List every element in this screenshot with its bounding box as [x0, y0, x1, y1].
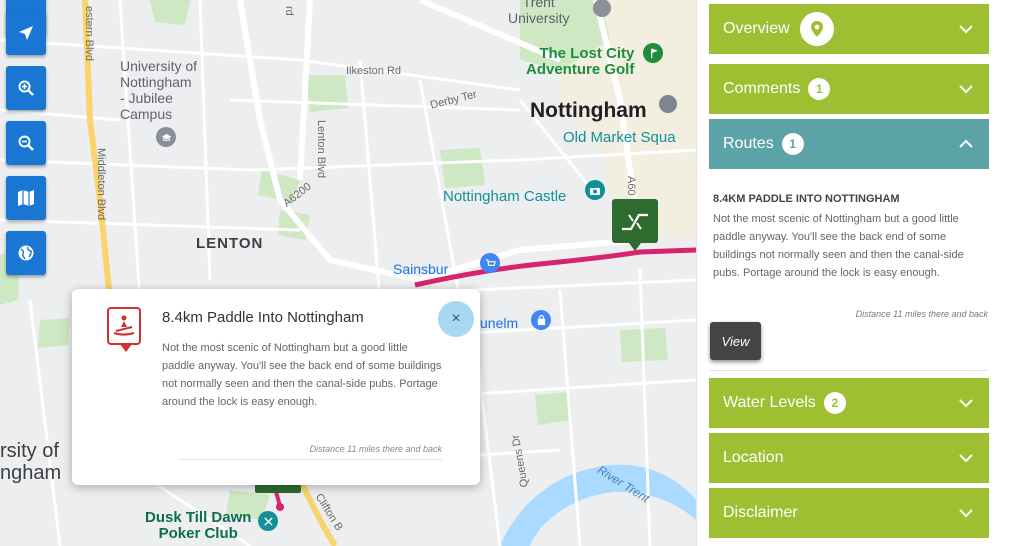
route-description: Not the most scenic of Nottingham but a …	[713, 213, 964, 279]
accordion-comments-label: Comments	[723, 80, 801, 97]
road-middleton-blvd-label: Middleton Blvd	[95, 148, 107, 221]
route-title: 8.4KM PADDLE INTO NOTTINGHAM	[713, 193, 900, 205]
chevron-down-icon	[959, 25, 973, 34]
accordion-disclaimer-label: Disclaimer	[723, 504, 798, 521]
close-icon: ×	[451, 310, 461, 327]
route-divider	[710, 370, 988, 371]
map-layers-icon	[18, 190, 34, 206]
accordion-comments[interactable]: Comments 1	[709, 64, 989, 114]
water-levels-count-badge: 2	[823, 392, 846, 414]
chevron-up-icon	[959, 139, 973, 148]
place-nottingham-label: Nottingham	[530, 99, 647, 122]
accordion-water-levels[interactable]: Water Levels 2	[709, 378, 989, 428]
chevron-down-icon	[959, 399, 973, 408]
place-sainsburys-label: Sainsbur	[393, 261, 449, 277]
accordion-routes[interactable]: Routes 1	[709, 119, 989, 169]
accordion-location-label: Location	[723, 449, 784, 466]
poker-club-pin-icon[interactable]	[258, 511, 278, 531]
popup-divider	[180, 459, 442, 460]
accordion-disclaimer[interactable]: Disclaimer	[709, 488, 989, 538]
details-sidebar: Overview Comments 1 Routes 1 8.4KM PADDL…	[696, 0, 1024, 546]
place-dunelm-label: unelm	[480, 315, 519, 331]
zoom-out-icon	[18, 135, 34, 151]
zoom-out-button[interactable]	[6, 121, 46, 165]
route-info-popup: 8.4km Paddle Into Nottingham Not the mos…	[72, 289, 480, 485]
popup-distance: Distance 11 miles there and back	[309, 444, 442, 454]
locate-arrow-icon	[19, 26, 33, 40]
accordion-overview[interactable]: Overview	[709, 4, 989, 54]
place-lost-city-label: The Lost City Adventure Golf	[526, 45, 635, 78]
road-ilkeston-rd-label: Ilkeston Rd	[346, 65, 402, 77]
place-university-of-nottingham-label: University of Nottingham - Jubilee Campu…	[120, 58, 198, 122]
road-rd-label: rd	[283, 6, 295, 16]
road-western-blvd-label: estern Blvd	[83, 6, 95, 62]
popup-description: Not the most scenic of Nottingham but a …	[162, 342, 442, 408]
globe-button[interactable]	[6, 231, 46, 275]
shopping-bag-pin-icon[interactable]	[531, 310, 551, 330]
chevron-down-icon	[959, 454, 973, 463]
route-distance: Distance 11 miles there and back	[855, 309, 988, 319]
chevron-down-icon	[959, 509, 973, 518]
popup-title: 8.4km Paddle Into Nottingham	[162, 309, 364, 326]
shopping-cart-pin-icon[interactable]	[480, 253, 500, 273]
road-a60-label: A60	[625, 176, 637, 196]
view-route-button[interactable]: View	[710, 322, 761, 360]
chevron-down-icon	[959, 85, 973, 94]
routes-count-badge: 1	[781, 133, 804, 155]
location-pin-icon	[799, 12, 834, 46]
kayak-icon	[107, 307, 141, 352]
globe-icon	[18, 245, 34, 261]
accordion-location[interactable]: Location	[709, 433, 989, 483]
university-pin-icon[interactable]	[156, 127, 176, 147]
lock-marker-icon[interactable]	[612, 199, 658, 251]
zoom-in-button[interactable]	[6, 66, 46, 110]
map-canvas[interactable]: estern Blvd rd Ilkeston Rd Derby Ter Len…	[0, 0, 696, 546]
golf-pin-icon[interactable]	[643, 43, 663, 63]
accordion-water-levels-label: Water Levels	[723, 394, 816, 411]
place-trent-university-label: Trent University	[508, 0, 570, 26]
place-nottingham-castle-label: Nottingham Castle	[443, 188, 567, 205]
zoom-in-icon	[18, 80, 34, 96]
locate-button[interactable]	[6, 11, 46, 55]
popup-close-button[interactable]: ×	[438, 301, 474, 337]
place-old-market-square-label: Old Market Squa	[563, 129, 676, 146]
place-university-left-label: rsity of ngham	[0, 440, 62, 484]
road-lenton-blvd-label: Lenton Blvd	[315, 120, 327, 179]
place-dusk-till-dawn-label: Dusk Till Dawn Poker Club	[145, 509, 252, 542]
accordion-overview-label: Overview	[723, 20, 790, 37]
comments-count-badge: 1	[808, 78, 831, 100]
map-layers-button[interactable]	[6, 176, 46, 220]
place-lenton-label: LENTON	[196, 235, 264, 252]
camera-pin-icon[interactable]	[585, 180, 605, 200]
accordion-routes-label: Routes	[723, 135, 774, 152]
